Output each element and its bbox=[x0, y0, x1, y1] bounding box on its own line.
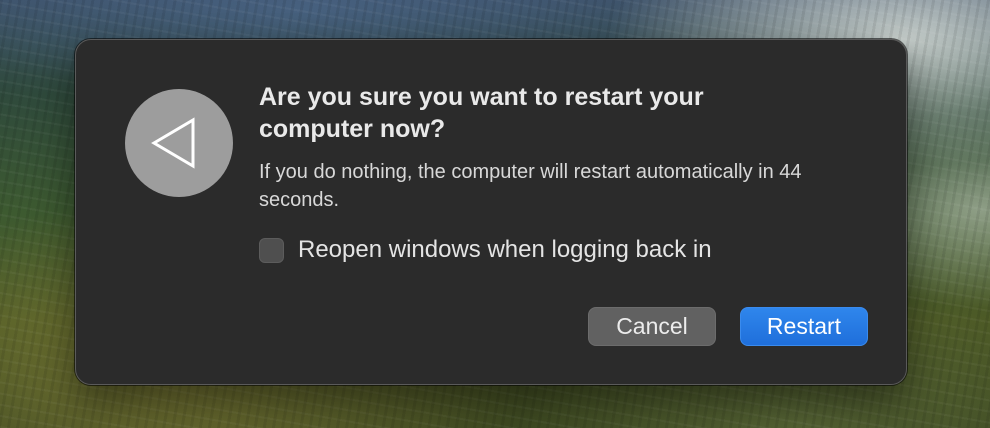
reopen-windows-checkbox[interactable] bbox=[259, 237, 284, 263]
cancel-button[interactable]: Cancel bbox=[588, 307, 716, 346]
dialog-message: If you do nothing, the computer will res… bbox=[259, 161, 802, 211]
restart-button[interactable]: Restart bbox=[740, 307, 868, 346]
restart-triangle-icon bbox=[125, 89, 233, 197]
reopen-windows-option[interactable]: Reopen windows when logging back in bbox=[259, 235, 712, 265]
restart-confirmation-dialog: Are you sure you want to restart your co… bbox=[75, 39, 907, 385]
reopen-windows-label: Reopen windows when logging back in bbox=[298, 236, 712, 263]
dialog-title: Are you sure you want to restart your co… bbox=[259, 83, 704, 143]
